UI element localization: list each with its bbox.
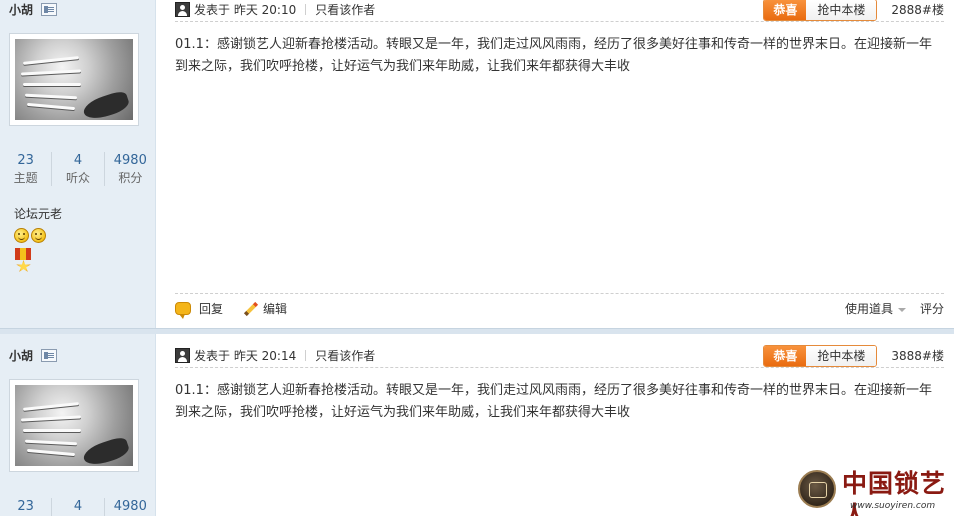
stat-listeners[interactable]: 4 听众 bbox=[52, 152, 105, 186]
smiley-icon bbox=[31, 228, 46, 243]
stat-topics-value[interactable]: 23 bbox=[0, 498, 51, 516]
floor-award-buttons: 恭喜 抢中本楼 bbox=[763, 344, 878, 367]
post-2888: 小胡 23 主题 4 听众 4980 积分 论坛元老 发表于 昨天 20:10 … bbox=[0, 0, 954, 328]
post-header: 发表于 昨天 20:14 只看该作者 恭喜 抢中本楼 3888#楼 bbox=[175, 344, 944, 368]
profile-card-icon[interactable] bbox=[41, 2, 58, 16]
author-name[interactable]: 小胡 bbox=[9, 347, 33, 364]
stat-topics[interactable]: 23 主题 bbox=[0, 498, 53, 516]
avatar[interactable] bbox=[9, 33, 139, 126]
stat-points-label: 积分 bbox=[118, 171, 143, 185]
user-rank: 论坛元老 bbox=[14, 207, 63, 221]
header-actions: 恭喜 抢中本楼 2888#楼 bbox=[763, 0, 944, 21]
header-actions: 恭喜 抢中本楼 3888#楼 bbox=[763, 344, 944, 367]
lock-seal-logo bbox=[798, 470, 836, 508]
author-stats: 23 主题 4 听众 4980 积分 bbox=[0, 152, 156, 186]
user-icon bbox=[175, 348, 190, 363]
stat-points[interactable]: 4980 积分 bbox=[105, 498, 156, 516]
stat-topics[interactable]: 23 主题 bbox=[0, 152, 53, 186]
stat-points[interactable]: 4980 积分 bbox=[105, 152, 156, 186]
post-body: 01.1：感谢锁艺人迎新春抢楼活动。转眼又是一年，我们走过风风雨雨，经历了很多美… bbox=[175, 37, 932, 74]
stat-topics-label: 主题 bbox=[13, 171, 38, 185]
post-header: 发表于 昨天 20:10 只看该作者 恭喜 抢中本楼 2888#楼 bbox=[175, 0, 944, 22]
grab-floor-button[interactable]: 抢中本楼 bbox=[806, 0, 877, 20]
smiley-icon bbox=[14, 228, 29, 243]
rate-link[interactable]: 评分 bbox=[920, 300, 944, 317]
separator bbox=[305, 350, 307, 361]
post-time: 发表于 昨天 20:10 bbox=[194, 3, 297, 17]
stat-points-value[interactable]: 4980 bbox=[105, 152, 156, 170]
stat-points-value[interactable]: 4980 bbox=[105, 498, 156, 516]
only-author-link[interactable]: 只看该作者 bbox=[315, 1, 375, 18]
author-sidebar: 小胡 23 主题 4 听众 4980 积分 bbox=[0, 0, 156, 328]
medal-star-icon bbox=[16, 260, 31, 272]
author-name-row: 小胡 bbox=[9, 346, 58, 364]
edit-link[interactable]: 编辑 bbox=[263, 300, 287, 317]
watermark-url: www.suoyiren.com bbox=[850, 501, 936, 511]
profile-card-icon[interactable] bbox=[41, 348, 58, 362]
author-name[interactable]: 小胡 bbox=[9, 1, 33, 18]
author-sidebar: 小胡 23 主题 4 听众 4980 积分 bbox=[0, 334, 156, 516]
site-watermark: 中国锁艺人 www.suoyiren.com bbox=[798, 468, 948, 516]
floor-award-buttons: 恭喜 抢中本楼 bbox=[763, 0, 878, 21]
congrats-button[interactable]: 恭喜 bbox=[764, 0, 807, 20]
author-stats: 23 主题 4 听众 4980 积分 bbox=[0, 498, 156, 516]
floor-number[interactable]: 2888#楼 bbox=[891, 1, 944, 18]
stat-listeners-label: 听众 bbox=[65, 171, 90, 185]
floor-number[interactable]: 3888#楼 bbox=[891, 347, 944, 364]
post-time: 发表于 昨天 20:14 bbox=[194, 349, 297, 363]
stat-listeners-value[interactable]: 4 bbox=[52, 152, 103, 170]
reply-link[interactable]: 回复 bbox=[199, 300, 223, 317]
user-icon bbox=[175, 2, 190, 17]
use-tool-dropdown[interactable]: 使用道具 bbox=[845, 300, 906, 317]
avatar-image bbox=[15, 39, 133, 120]
stat-topics-value[interactable]: 23 bbox=[0, 152, 51, 170]
footer-actions: 使用道具 评分 bbox=[845, 300, 944, 317]
stat-listeners[interactable]: 4 听众 bbox=[52, 498, 105, 516]
author-name-row: 小胡 bbox=[9, 0, 58, 18]
grab-floor-button[interactable]: 抢中本楼 bbox=[806, 345, 877, 366]
medal-icon[interactable] bbox=[15, 248, 31, 260]
dropdown-caret-icon bbox=[897, 307, 906, 312]
reply-icon[interactable] bbox=[175, 302, 191, 319]
edit-pencil-icon[interactable] bbox=[243, 302, 257, 316]
post-content: 发表于 昨天 20:10 只看该作者 恭喜 抢中本楼 2888#楼 01.1：感… bbox=[157, 0, 954, 328]
post-footer: 回复 编辑 使用道具 评分 bbox=[175, 293, 944, 319]
congrats-button[interactable]: 恭喜 bbox=[764, 345, 807, 366]
use-tool-label: 使用道具 bbox=[844, 302, 893, 316]
post-body: 01.1：感谢锁艺人迎新春抢楼活动。转眼又是一年，我们走过风风雨雨，经历了很多美… bbox=[175, 383, 932, 420]
avatar-image bbox=[15, 385, 133, 466]
stat-listeners-value[interactable]: 4 bbox=[52, 498, 103, 516]
only-author-link[interactable]: 只看该作者 bbox=[315, 347, 375, 364]
avatar[interactable] bbox=[9, 379, 139, 472]
separator bbox=[305, 4, 307, 15]
